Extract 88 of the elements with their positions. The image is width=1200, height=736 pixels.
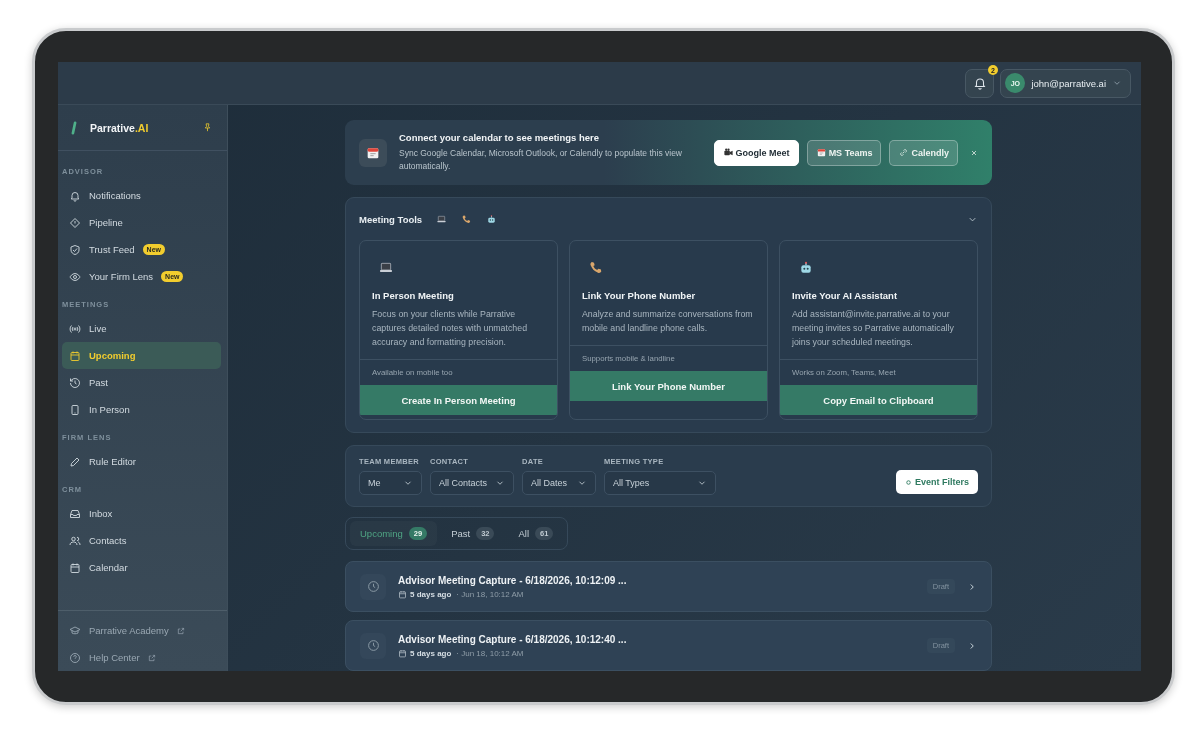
shield-icon	[69, 243, 81, 256]
nav-item[interactable]: Notifications	[62, 182, 221, 209]
video-camera-icon	[722, 147, 734, 158]
calendar-icon	[398, 648, 407, 658]
help-icon	[69, 651, 81, 664]
tab-label: Past	[451, 528, 471, 539]
nav-label: Calendar	[89, 562, 128, 573]
nav-label: Pipeline	[89, 217, 123, 228]
panel-title: Meeting Tools	[359, 213, 423, 225]
nav-label: Inbox	[89, 508, 113, 519]
laptop-icon	[436, 213, 448, 225]
footer-link[interactable]: Help Center	[69, 644, 223, 671]
filter-select[interactable]: Me	[359, 471, 422, 495]
history-icon	[69, 376, 81, 389]
close-icon[interactable]	[970, 148, 978, 157]
card-title: Invite Your AI Assistant	[792, 290, 899, 301]
banner-text: Sync Google Calendar, Microsoft Outlook, or Calendly to populate this view automatically.	[399, 147, 683, 173]
nav-label: Trust Feed	[89, 244, 135, 255]
footer-link[interactable]: Parrative Academy	[69, 617, 223, 644]
card-text: Analyze and summarize conversations from mobile and landline phone calls.	[582, 308, 754, 336]
phone-icon	[588, 260, 604, 276]
tab-label: Upcoming	[360, 528, 403, 539]
meeting-date: · Jun 18, 10:12 AM	[456, 589, 524, 599]
integration-button[interactable]: Google Meet	[713, 139, 799, 166]
nav-label: Notifications	[89, 190, 141, 201]
nav-item[interactable]: In Person	[62, 396, 221, 423]
nav-label: Contacts	[89, 535, 127, 546]
logo-icon	[70, 119, 78, 136]
graduation-cap-icon	[69, 624, 81, 637]
circle-icon	[904, 478, 912, 486]
notifications-button[interactable]	[965, 68, 995, 98]
meeting-date: · Jun 18, 10:12 AM	[456, 648, 524, 658]
card-text: Add assistant@invite.parrative.ai to your meeting invites so Parrative automatically joins your scheduled meetings.	[792, 308, 955, 350]
relative-time: 5 days ago	[410, 648, 452, 658]
nav-item[interactable]: Calendar	[62, 554, 221, 581]
relative-time: 5 days ago	[410, 589, 452, 599]
card-action-button[interactable]: Create In Person Meeting	[360, 385, 557, 416]
card-title: In Person Meeting	[372, 290, 455, 301]
filter-select[interactable]: All Contacts	[430, 471, 514, 495]
filter-select[interactable]: All Types	[604, 471, 716, 495]
nav-label: Rule Editor	[89, 456, 136, 467]
tab-label: All	[518, 528, 530, 539]
card-action-button[interactable]: Link Your Phone Number	[570, 371, 767, 402]
integration-button[interactable]: Calendly	[889, 139, 958, 166]
calendar-icon	[69, 561, 81, 574]
clock-icon	[366, 580, 380, 593]
eye-icon	[69, 270, 81, 283]
diamond-icon	[69, 216, 81, 229]
bell-icon	[69, 189, 81, 202]
nav-label: Upcoming	[89, 350, 136, 361]
meeting-title: Advisor Meeting Capture - 6/18/2026, 10:12:40 ...	[398, 633, 628, 645]
broadcast-icon	[69, 322, 81, 335]
bell-icon	[972, 76, 987, 90]
nav-item[interactable]: Upcoming	[62, 342, 221, 369]
banner-title: Connect your calendar to see meetings here	[399, 132, 601, 144]
integration-button[interactable]: MS Teams	[806, 139, 882, 166]
nav-item[interactable]: Live	[62, 315, 221, 342]
pencil-icon	[69, 455, 81, 468]
nav-label: Live	[89, 323, 107, 334]
tablet-icon	[69, 403, 81, 416]
nav-item[interactable]: Inbox	[62, 500, 221, 527]
brand-name: Parrative.AI	[90, 121, 150, 134]
nav-item[interactable]: Rule Editor	[62, 448, 221, 475]
footer-label: Help Center	[89, 652, 140, 663]
nav-item[interactable]: Pipeline	[62, 209, 221, 236]
event-filters-button[interactable]: Event Filters	[895, 470, 978, 494]
user-email: john@parrative.ai	[1031, 77, 1106, 89]
card-text: Focus on your clients while Parrative captures detailed notes with unmatched accuracy and formatting precision.	[372, 308, 529, 350]
calendar-icon	[69, 349, 81, 362]
meeting-title: Advisor Meeting Capture - 6/18/2026, 10:12:09 ...	[398, 574, 628, 586]
robot-icon	[486, 213, 498, 225]
filter-select[interactable]: All Dates	[522, 471, 596, 495]
clock-icon	[366, 639, 380, 652]
card-action-button[interactable]: Copy Email to Clipboard	[780, 385, 977, 416]
nav-item[interactable]: Past	[62, 369, 221, 396]
calendar-icon	[815, 147, 827, 158]
footer-label: Parrative Academy	[89, 625, 169, 636]
calendar-icon	[398, 589, 407, 599]
nav-label: Past	[89, 377, 108, 388]
link-icon	[898, 147, 910, 158]
users-icon	[69, 534, 81, 547]
nav-item[interactable]: Contacts	[62, 527, 221, 554]
phone-icon	[461, 213, 473, 225]
nav-label: In Person	[89, 404, 130, 415]
card-title: Link Your Phone Number	[582, 290, 697, 301]
robot-icon	[798, 260, 814, 276]
inbox-icon	[69, 507, 81, 520]
nav-label: Your Firm Lens	[89, 271, 154, 282]
